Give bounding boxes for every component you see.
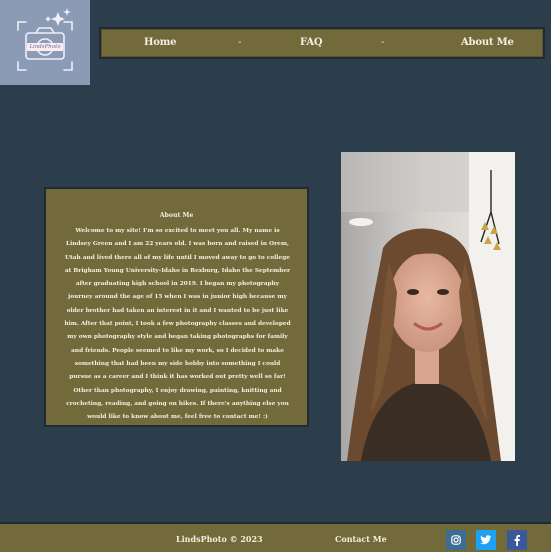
profile-photo [341,152,515,461]
logo-text: LindsPhoto [29,44,61,50]
copyright-text: LindsPhoto © 2023 [176,534,263,544]
about-me-panel: About Me Welcome to my site! I'm so exci… [44,187,309,427]
about-title: About Me [159,212,194,219]
site-logo[interactable]: LindsPhoto [0,0,90,85]
nav-about-link[interactable]: About Me [461,37,514,48]
about-body-text: Welcome to my site! I'm so excited to me… [64,228,291,421]
nav-separator: - [381,37,385,48]
main-nav: Home - FAQ - About Me [99,27,545,59]
portrait-image [341,152,515,461]
facebook-icon[interactable] [507,530,527,550]
site-footer: LindsPhoto © 2023 Contact Me [0,522,551,552]
instagram-icon[interactable] [446,530,466,550]
nav-faq-link[interactable]: FAQ [300,37,323,48]
nav-separator: - [238,37,242,48]
nav-home-link[interactable]: Home [144,37,176,48]
camera-logo-icon [17,8,73,71]
contact-me-link[interactable]: Contact Me [335,534,387,544]
twitter-icon[interactable] [476,530,496,550]
